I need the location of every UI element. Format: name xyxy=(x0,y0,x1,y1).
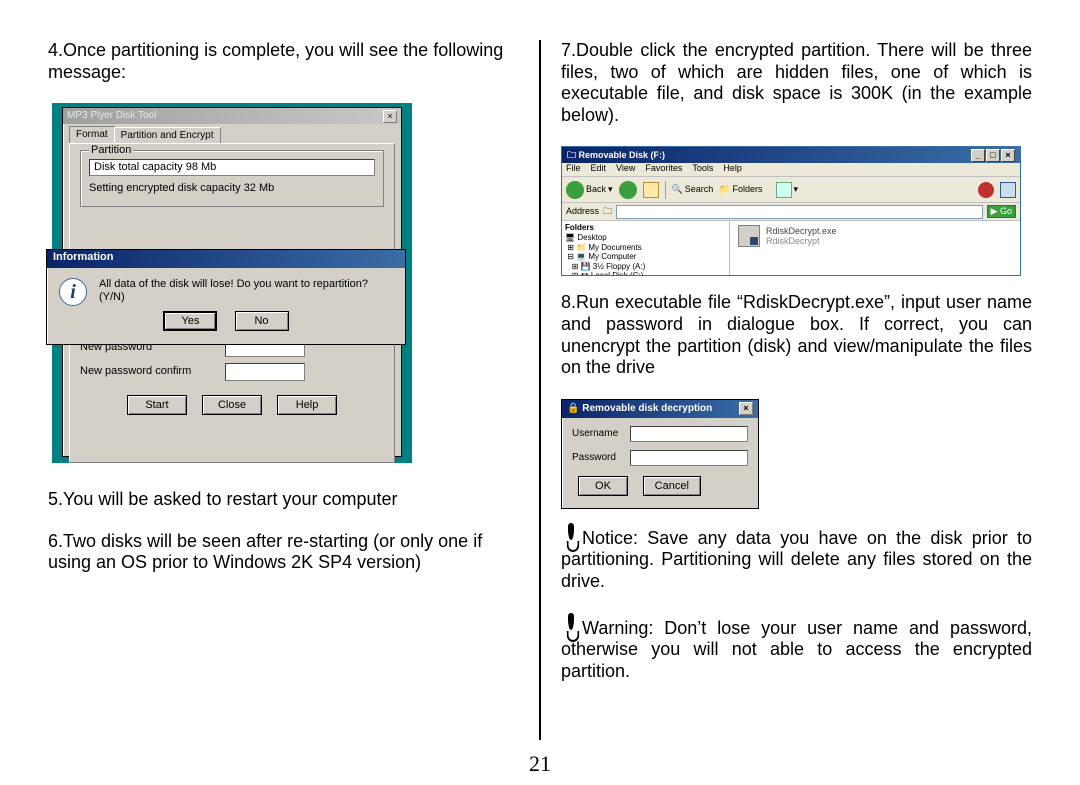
menu-help[interactable]: Help xyxy=(723,163,742,176)
nav-prev-icon[interactable] xyxy=(978,182,994,198)
exclamation-icon xyxy=(561,613,579,639)
encrypted-capacity-label: Setting encrypted disk capacity 32 Mb xyxy=(89,182,375,195)
menu-tools[interactable]: Tools xyxy=(692,163,713,176)
exclamation-icon xyxy=(561,523,579,549)
nav-next-icon[interactable] xyxy=(1000,182,1016,198)
search-button[interactable]: 🔍 Search xyxy=(672,184,714,195)
partition-legend: Partition xyxy=(89,144,133,157)
decrypt-titlebar: 🔒 Removable disk decryption × xyxy=(562,400,758,418)
screenshot-explorer: 🗀 Removable Disk (F:) _ □ × File Edit Vi… xyxy=(561,146,1021,276)
notice-text: Notice: Save any data you have on the di… xyxy=(561,523,1032,593)
label-password: Password xyxy=(572,452,630,464)
menu-favorites[interactable]: Favorites xyxy=(645,163,682,176)
close-icon[interactable]: × xyxy=(1001,149,1015,162)
step-5-text: 5.You will be asked to restart your comp… xyxy=(48,489,519,511)
explorer-body: Folders 🖥 Desktop ⊞ 📁 My Documents ⊟ 💻 M… xyxy=(562,221,1020,275)
decrypt-body: Username Password OK Cancel xyxy=(562,418,758,500)
tree-localc[interactable]: ⊞ 🖴 Local Disk (C:) xyxy=(565,271,726,275)
explorer-toolbar: Back ▾ 🔍 Search 📁 Folders ▾ xyxy=(562,177,1020,203)
close-button[interactable]: Close xyxy=(202,395,262,415)
no-button[interactable]: No xyxy=(235,311,289,331)
address-icon: 🗀 xyxy=(603,206,612,217)
file-rdiskdecrypt[interactable]: RdiskDecrypt.exe RdiskDecrypt xyxy=(738,225,1012,247)
tool-button-row: Start Close Help xyxy=(80,395,384,415)
window-buttons: _ □ × xyxy=(971,149,1015,162)
info-icon: i xyxy=(59,278,87,306)
explorer-content: RdiskDecrypt.exe RdiskDecrypt xyxy=(730,221,1020,275)
tool-titlebar: MP3 Plyer Disk Tool × xyxy=(63,108,401,124)
start-button[interactable]: Start xyxy=(127,395,187,415)
disk-total-capacity: Disk total capacity 98 Mb xyxy=(89,159,375,176)
input-username[interactable] xyxy=(630,426,748,442)
close-icon[interactable]: × xyxy=(383,110,397,123)
right-column: 7.Double click the encrypted partition. … xyxy=(541,40,1032,740)
partition-fieldset: Partition Disk total capacity 98 Mb Sett… xyxy=(80,150,384,206)
step-6-text: 6.Two disks will be seen after re-starti… xyxy=(48,531,519,574)
info-button-row: Yes No xyxy=(47,308,405,337)
tree-desktop[interactable]: 🖥 Desktop xyxy=(565,233,726,243)
help-button[interactable]: Help xyxy=(277,395,337,415)
folders-header: Folders xyxy=(565,223,726,233)
back-button[interactable]: Back ▾ xyxy=(566,181,613,199)
screenshot-decrypt-dialog: 🔒 Removable disk decryption × Username P… xyxy=(561,399,759,509)
menu-view[interactable]: View xyxy=(616,163,635,176)
row-new-password-confirm: New password confirm xyxy=(80,363,384,381)
page-number: 21 xyxy=(0,751,1080,777)
file-labels: RdiskDecrypt.exe RdiskDecrypt xyxy=(766,226,837,248)
menu-edit[interactable]: Edit xyxy=(591,163,607,176)
input-new-password-confirm[interactable] xyxy=(225,363,305,381)
label-new-password-confirm: New password confirm xyxy=(80,365,225,378)
tool-title-text: MP3 Plyer Disk Tool xyxy=(67,110,156,122)
decrypt-title-text: 🔒 Removable disk decryption xyxy=(567,403,712,415)
row-username: Username xyxy=(572,426,748,442)
two-column-layout: 4.Once partitioning is complete, you wil… xyxy=(48,40,1032,740)
decrypt-button-row: OK Cancel xyxy=(572,474,748,496)
screenshot-partition-tool: MP3 Plyer Disk Tool × FormatPartition an… xyxy=(52,103,412,463)
warning-text: Warning: Don’t lose your user name and p… xyxy=(561,613,1032,683)
information-popup: Information i All data of the disk will … xyxy=(46,249,406,345)
maximize-icon[interactable]: □ xyxy=(986,149,1000,162)
folder-tree[interactable]: Folders 🖥 Desktop ⊞ 📁 My Documents ⊟ 💻 M… xyxy=(562,221,730,275)
ok-button[interactable]: OK xyxy=(578,476,628,496)
info-titlebar: Information xyxy=(47,250,405,268)
address-label: Address xyxy=(566,206,599,217)
menu-file[interactable]: File xyxy=(566,163,581,176)
label-username: Username xyxy=(572,428,630,440)
explorer-titlebar: 🗀 Removable Disk (F:) _ □ × xyxy=(562,147,1020,163)
tree-mydocs[interactable]: ⊞ 📁 My Documents xyxy=(565,243,726,253)
explorer-addressbar: Address 🗀 ▶ Go xyxy=(562,203,1020,221)
explorer-title-text: 🗀 Removable Disk (F:) xyxy=(567,150,665,161)
address-field[interactable] xyxy=(616,205,983,219)
up-button[interactable] xyxy=(643,182,659,198)
forward-button[interactable] xyxy=(619,181,637,199)
go-button[interactable]: ▶ Go xyxy=(987,205,1016,218)
step-8-text: 8.Run executable file “RdiskDecrypt.exe”… xyxy=(561,292,1032,378)
info-body: i All data of the disk will lose! Do you… xyxy=(47,268,405,308)
left-column: 4.Once partitioning is complete, you wil… xyxy=(48,40,539,740)
tab-strip: FormatPartition and Encrypt xyxy=(63,124,401,143)
info-message: All data of the disk will lose! Do you w… xyxy=(99,278,393,304)
views-button[interactable]: ▾ xyxy=(776,182,799,198)
step-4-text: 4.Once partitioning is complete, you wil… xyxy=(48,40,519,83)
file-name: RdiskDecrypt.exe xyxy=(766,226,837,236)
tree-floppy[interactable]: ⊞ 💾 3½ Floppy (A:) xyxy=(565,262,726,272)
yes-button[interactable]: Yes xyxy=(163,311,217,331)
input-password[interactable] xyxy=(630,450,748,466)
manual-page: 4.Once partitioning is complete, you wil… xyxy=(0,0,1080,785)
tab-format[interactable]: Format xyxy=(69,126,115,143)
row-password: Password xyxy=(572,450,748,466)
cancel-button[interactable]: Cancel xyxy=(643,476,701,496)
tree-mycomp[interactable]: ⊟ 💻 My Computer xyxy=(565,252,726,262)
tab-partition-encrypt[interactable]: Partition and Encrypt xyxy=(114,127,221,144)
close-icon[interactable]: × xyxy=(739,402,753,415)
file-desc: RdiskDecrypt xyxy=(766,236,820,246)
explorer-menubar: File Edit View Favorites Tools Help xyxy=(562,163,1020,177)
folders-button[interactable]: 📁 Folders xyxy=(719,184,762,195)
minimize-icon[interactable]: _ xyxy=(971,149,985,162)
exe-icon xyxy=(738,225,760,247)
step-7-text: 7.Double click the encrypted partition. … xyxy=(561,40,1032,126)
